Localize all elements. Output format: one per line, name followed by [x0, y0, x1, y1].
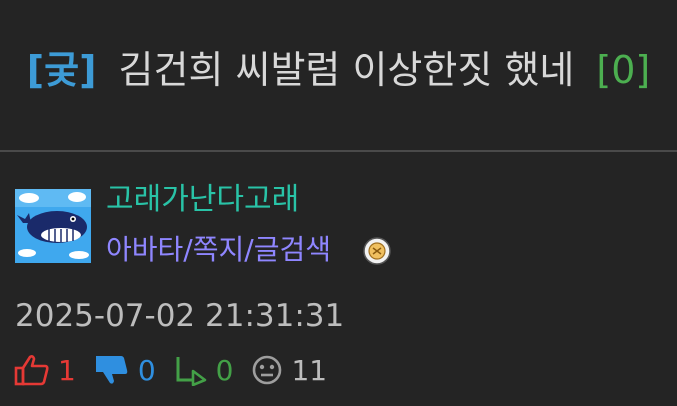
divider: [0, 150, 677, 152]
whale-avatar-icon: [15, 189, 91, 263]
reply-button[interactable]: 0: [174, 353, 234, 387]
thumbs-up-icon: [14, 355, 49, 386]
author-avatar[interactable]: [15, 189, 91, 263]
link-separator: /: [244, 233, 254, 266]
post-datetime: 2025-07-02 21:31:31: [15, 298, 345, 334]
view-count-item: 11: [251, 354, 327, 387]
link-separator: /: [183, 233, 193, 266]
downvote-button[interactable]: 0: [94, 354, 156, 387]
thumbs-down-icon: [95, 356, 128, 384]
post-title-row: [궂] 김건희 씨발럼 이상한짓 했네 [0]: [0, 40, 677, 100]
avatar-link[interactable]: 아바타: [106, 233, 183, 266]
upvote-count: 1: [58, 353, 76, 387]
post-category-tag[interactable]: [궂]: [27, 48, 97, 92]
search-posts-link[interactable]: 글검색: [254, 233, 331, 266]
reply-count: 0: [215, 353, 234, 387]
downvote-count: 0: [137, 353, 156, 387]
upvote-button[interactable]: 1: [14, 354, 76, 387]
author-name[interactable]: 고래가난다고래: [106, 180, 299, 220]
message-link[interactable]: 쪽지: [193, 233, 245, 266]
post-stats: 1 0 0 11: [14, 350, 345, 390]
comment-count[interactable]: [0]: [596, 48, 650, 92]
post-title: 김건희 씨발럼 이상한짓 했네: [118, 48, 575, 92]
reply-arrow-icon: [176, 357, 206, 386]
view-count: 11: [291, 353, 328, 387]
face-views-icon: [253, 355, 282, 385]
user-level-badge-icon: [363, 237, 391, 265]
author-links: 아바타/쪽지/글검색: [106, 230, 331, 270]
